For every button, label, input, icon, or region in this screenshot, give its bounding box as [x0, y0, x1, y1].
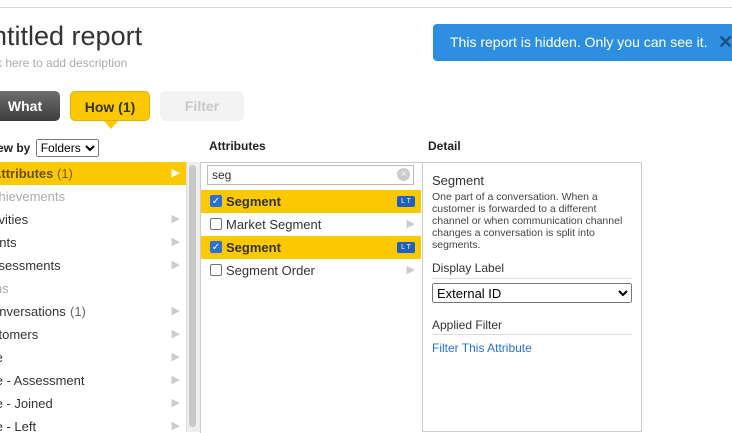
folder-item[interactable]: Attributes(1) ▶ [0, 162, 186, 185]
folder-item[interactable]: ins [0, 277, 186, 300]
folder-item-label: te - Assessment [0, 373, 85, 388]
folder-item[interactable]: stomers ▶ [0, 323, 186, 346]
folder-item[interactable]: te - Joined ▶ [0, 392, 186, 415]
display-label-heading: Display Label [432, 261, 505, 275]
attribute-row-label: Segment [226, 194, 281, 209]
clear-search-icon[interactable]: × [397, 168, 410, 181]
chevron-right-icon: ▶ [406, 264, 415, 276]
view-by-label: ew by [0, 141, 31, 155]
chevron-right-icon: ▶ [171, 213, 180, 225]
detail-description: One part of a conversation. When a custo… [432, 191, 623, 251]
folder-item[interactable]: te ▶ [0, 346, 186, 369]
folder-scrollbar-thumb[interactable] [189, 165, 196, 427]
folder-item-label: onversations [0, 304, 66, 319]
display-label-select[interactable]: External ID [432, 283, 632, 303]
checkbox[interactable] [210, 264, 222, 276]
chevron-right-icon: ▶ [171, 305, 180, 317]
filter-label: Filter [184, 98, 220, 114]
folder-item-label: stomers [0, 327, 39, 342]
detail-header: Detail [428, 139, 461, 153]
folder-item-label: chievements [0, 189, 65, 204]
folder-item-count: (1) [70, 304, 86, 319]
chevron-right-icon: ▶ [171, 397, 180, 409]
chevron-right-icon: ▶ [171, 351, 180, 363]
chevron-right-icon: ▶ [171, 259, 180, 271]
folder-item-label: ssessments [0, 258, 61, 273]
what-label: What [7, 98, 43, 114]
attribute-row-label: Segment [226, 240, 281, 255]
chevron-right-icon: ▶ [406, 218, 415, 230]
folder-item-label: Attributes [0, 166, 54, 181]
chevron-right-icon: ▶ [171, 420, 180, 432]
attribute-row-label: Segment Order [226, 263, 315, 278]
folder-item[interactable]: onversations (1) ▶ [0, 300, 186, 323]
attribute-type-badge: L T [397, 196, 415, 207]
banner-message: This report is hidden. Only you can see … [450, 34, 708, 50]
checked-checkbox[interactable]: ✓ [210, 241, 222, 253]
what-button[interactable]: What [0, 91, 60, 121]
attribute-row-label: Market Segment [226, 217, 322, 232]
folder-item-label: te - Left [0, 419, 37, 432]
report-title[interactable]: ntitled report [0, 21, 142, 52]
folder-list: Attributes(1)▶chievementstivities▶ents▶s… [0, 162, 186, 432]
chevron-right-icon: ▶ [171, 374, 180, 386]
folder-item[interactable]: tivities ▶ [0, 208, 186, 231]
attribute-row[interactable]: Market Segment ▶ [201, 213, 421, 236]
folder-item[interactable]: chievements [0, 185, 186, 208]
applied-filter-heading: Applied Filter [432, 318, 503, 332]
chevron-right-icon: ▶ [171, 236, 180, 248]
folder-item-label: te [0, 346, 3, 369]
attribute-search-input[interactable] [207, 165, 414, 185]
folder-item-label: ins [0, 281, 9, 296]
view-by: ew by Folders [0, 139, 99, 157]
attribute-row[interactable]: ✓ Segment L T [201, 236, 421, 259]
attribute-row[interactable]: Segment Order ▶ [201, 259, 421, 282]
attribute-type-badge: L T [397, 242, 415, 253]
hidden-report-banner: This report is hidden. Only you can see … [433, 24, 732, 61]
folder-item[interactable]: ents ▶ [0, 231, 186, 254]
chevron-right-icon: ▶ [171, 167, 180, 179]
folder-item-label: ents [0, 235, 17, 250]
how-button[interactable]: How (1) [70, 91, 150, 129]
folder-item-label: te - Joined [0, 396, 53, 411]
chevron-right-icon: ▶ [171, 328, 180, 340]
checked-checkbox[interactable]: ✓ [210, 195, 222, 207]
checkbox[interactable] [210, 218, 222, 230]
folder-item[interactable]: te - Left ▶ [0, 415, 186, 432]
folder-item[interactable]: te - Assessment ▶ [0, 369, 186, 392]
folder-item[interactable]: ssessments ▶ [0, 254, 186, 277]
detail-attribute-name: Segment [432, 173, 485, 188]
attributes-header: Attributes [209, 139, 266, 153]
top-divider [0, 7, 732, 8]
display-label-divider [432, 278, 632, 279]
attribute-row[interactable]: ✓ Segment L T [201, 190, 421, 213]
folder-item-label: tivities [0, 212, 29, 227]
filter-button[interactable]: Filter [160, 91, 244, 121]
report-description[interactable]: k here to add description [0, 56, 127, 70]
close-icon[interactable]: ✕ [718, 32, 732, 53]
view-by-select[interactable]: Folders [35, 139, 99, 157]
folder-item-count: (1) [57, 166, 73, 181]
filter-attribute-link[interactable]: Filter This Attribute [432, 341, 532, 355]
applied-filter-divider [432, 334, 632, 335]
how-label: How (1) [84, 99, 136, 115]
